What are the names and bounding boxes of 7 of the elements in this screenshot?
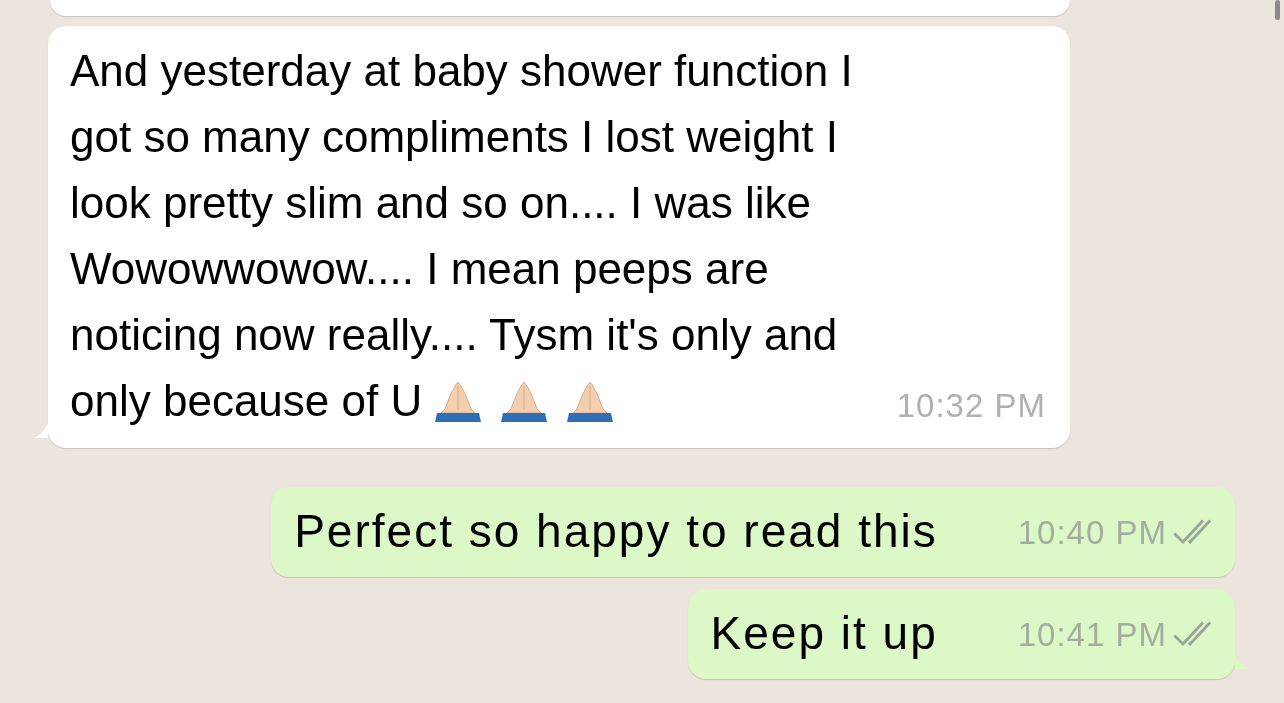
message-time: 10:32 PM [896,385,1046,426]
message-text: And yesterday at baby shower function I got so many compliments I lost weight I look pretty slim and so on.... I was like Wowowwowow.... I mean peeps are noticing now really.... Tysm it's only and only because of U [70,45,853,427]
message-text: Perfect so happy to read this [294,504,938,559]
message-time: 10:40 PM [1017,512,1167,553]
message-text: Keep it up [710,606,938,661]
message-time: 10:41 PM [1017,614,1167,655]
scrollbar [1275,0,1280,20]
